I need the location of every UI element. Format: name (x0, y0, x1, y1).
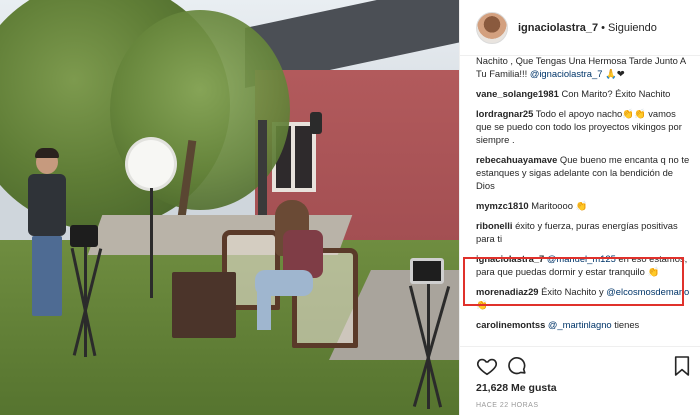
comment-mention[interactable]: @elcosmosdemario (606, 286, 689, 297)
softbox-light (128, 140, 174, 188)
torso (28, 174, 66, 236)
bookmark-icon[interactable] (673, 355, 691, 377)
comment: morenadiaz29 Éxito Nachito y @elcosmosde… (476, 285, 693, 311)
comment-username[interactable]: rebecahuayamave (476, 154, 557, 165)
comment-username[interactable]: carolinemontss (476, 319, 545, 330)
comment-text-after: 🙏❤ (602, 68, 625, 79)
comment-icon[interactable] (506, 355, 528, 377)
hair (35, 148, 59, 158)
cameraman (28, 148, 68, 320)
comment: lordragnar25 Todo el apoyo nacho👏👏 vamos… (476, 107, 693, 146)
legs (32, 236, 62, 316)
username-link[interactable]: ignaciolastra_7 (518, 22, 598, 34)
comment-username[interactable]: ignaciolastra_7 (476, 253, 544, 264)
comment-mention[interactable]: @_martinlagno (548, 319, 612, 330)
comment: mymzc1810 Maritoooo 👏 (476, 199, 693, 212)
comment-mention[interactable]: @manuel_m125 (547, 253, 616, 264)
comment-mention[interactable]: @ignaciolastra_7 (530, 68, 603, 79)
comment-highlighted: ignaciolastra_7 @manuel_m125 en eso esta… (476, 252, 693, 278)
comment-username[interactable]: lordragnar25 (476, 108, 533, 119)
following-button[interactable]: Siguiendo (608, 22, 657, 34)
side-table (172, 272, 236, 338)
likes-count[interactable]: 21,628 Me gusta (476, 382, 557, 394)
avatar[interactable] (476, 11, 508, 44)
post-actions: 21,628 Me gusta HACE 22 HORAS (460, 346, 700, 415)
wall-lamp (310, 112, 322, 134)
seated-woman (255, 200, 325, 340)
post-sidebar: ignaciolastra_7 • Siguiendo Nachito , Que … (459, 0, 700, 415)
comment-text: Éxito Nachito y (538, 286, 607, 297)
comment: vane_solange1981 Con Marito? Éxito Nachi… (476, 87, 693, 100)
comment: Nachito , Que Tengas Una Hermosa Tarde J… (476, 56, 693, 80)
comment: ribonelli éxito y fuerza, puras energías… (476, 219, 693, 245)
comment-username[interactable]: vane_solange1981 (476, 88, 559, 99)
comment: carolinemontss @_martinlagno tienes (476, 318, 693, 331)
camera (410, 258, 444, 284)
comment-username[interactable]: morenadiaz29 (476, 286, 539, 297)
action-icons (476, 355, 691, 377)
camera (70, 225, 98, 247)
comment-text: Maritoooo 👏 (528, 200, 588, 211)
shin (257, 280, 271, 330)
comment-text-after: tienes (611, 319, 640, 330)
separator: • (601, 21, 605, 34)
comments-list[interactable]: Nachito , Que Tengas Una Hermosa Tarde J… (460, 56, 700, 346)
comment-username[interactable]: mymzc1810 (476, 200, 529, 211)
header-text: ignaciolastra_7 • Siguiendo (518, 22, 657, 34)
comment: rebecahuayamave Que bueno me encanta q n… (476, 153, 693, 192)
light-stand (150, 188, 153, 298)
comment-text: Con Marito? Éxito Nachito (558, 88, 671, 99)
heart-icon[interactable] (476, 355, 498, 377)
post-header: ignaciolastra_7 • Siguiendo (460, 0, 700, 56)
comment-username[interactable]: ribonelli (476, 220, 512, 231)
post-timestamp[interactable]: HACE 22 HORAS (476, 402, 539, 409)
comment-text-after: 👏 (476, 299, 488, 310)
post-photo[interactable] (0, 0, 459, 415)
